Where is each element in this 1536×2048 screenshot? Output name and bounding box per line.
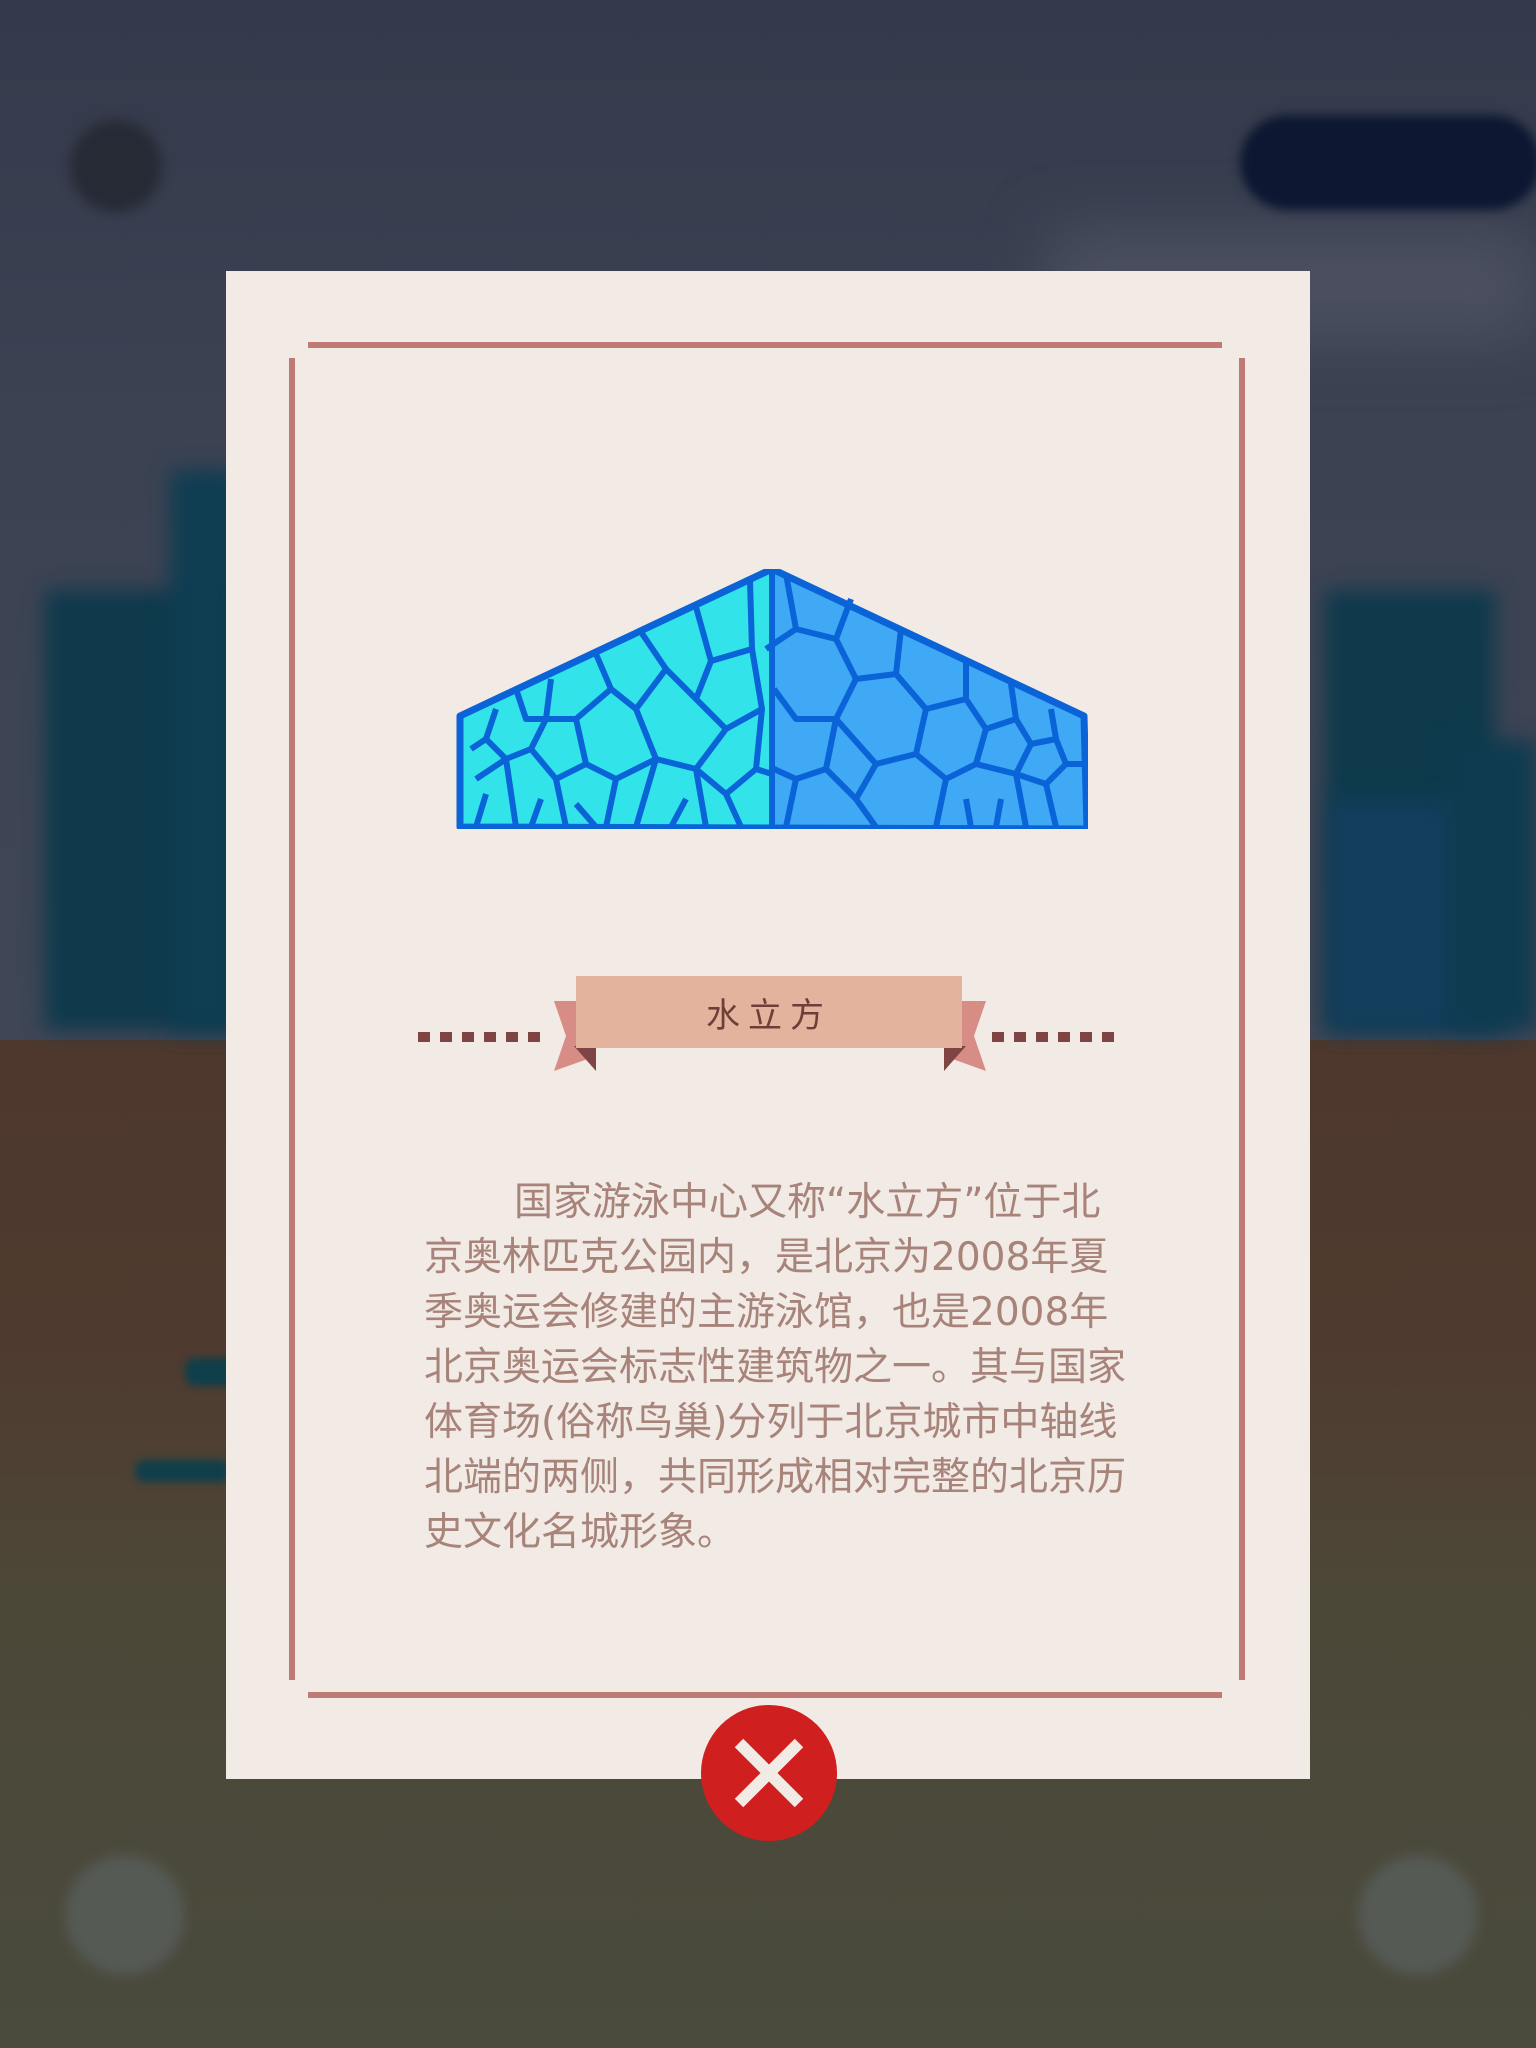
close-icon	[734, 1738, 804, 1808]
frame-left	[289, 358, 295, 1680]
dotted-divider-left	[418, 1032, 540, 1042]
frame-right	[1239, 358, 1245, 1680]
frame-top	[308, 342, 1222, 348]
background-label	[135, 1460, 230, 1482]
bottom-right-button[interactable]	[1358, 1855, 1478, 1975]
modal-description: 国家游泳中心又称“水立方”位于北京奥林匹克公园内，是北京为2008年夏季奥运会修…	[424, 1180, 1127, 1555]
top-left-button[interactable]	[70, 120, 162, 212]
modal-title: 水立方	[706, 995, 832, 1036]
frame-bottom	[308, 1692, 1222, 1698]
info-card-modal: 水立方 国家游泳中心又称“水立方”位于北京奥林匹克公园内，是北京为2008年夏季…	[226, 271, 1310, 1779]
close-button[interactable]	[701, 1705, 837, 1841]
dotted-divider-right	[992, 1032, 1114, 1042]
water-cube-icon	[456, 569, 1088, 829]
top-right-button[interactable]	[1240, 115, 1536, 210]
background-building	[1450, 740, 1536, 1030]
title-ribbon: 水立方	[576, 976, 962, 1048]
bottom-left-button[interactable]	[65, 1855, 185, 1975]
